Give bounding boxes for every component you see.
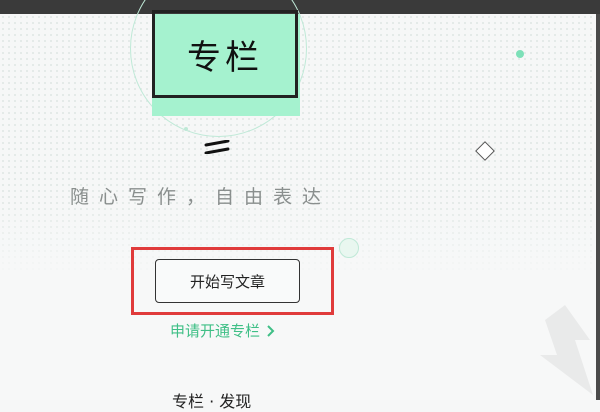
decorative-circle [339, 238, 359, 258]
tagline: 随心写作，自由表达 [70, 186, 332, 208]
window-right-edge [596, 14, 600, 400]
column-logo: 专栏 [152, 10, 298, 98]
watermark-shape [540, 305, 593, 395]
section-heading: 专栏 · 发现 [172, 392, 252, 411]
equals-icon [204, 140, 230, 154]
apply-column-label: 申请开通专栏 [170, 322, 261, 340]
apply-column-link[interactable]: 申请开通专栏 [170, 320, 275, 341]
decorative-dot-green [516, 50, 524, 58]
chevron-right-icon [267, 324, 275, 337]
window-top-bar [0, 0, 600, 14]
start-writing-button[interactable]: 开始写文章 [155, 259, 300, 303]
logo-text: 专栏 [187, 37, 263, 78]
decorative-dot-small [184, 127, 188, 131]
